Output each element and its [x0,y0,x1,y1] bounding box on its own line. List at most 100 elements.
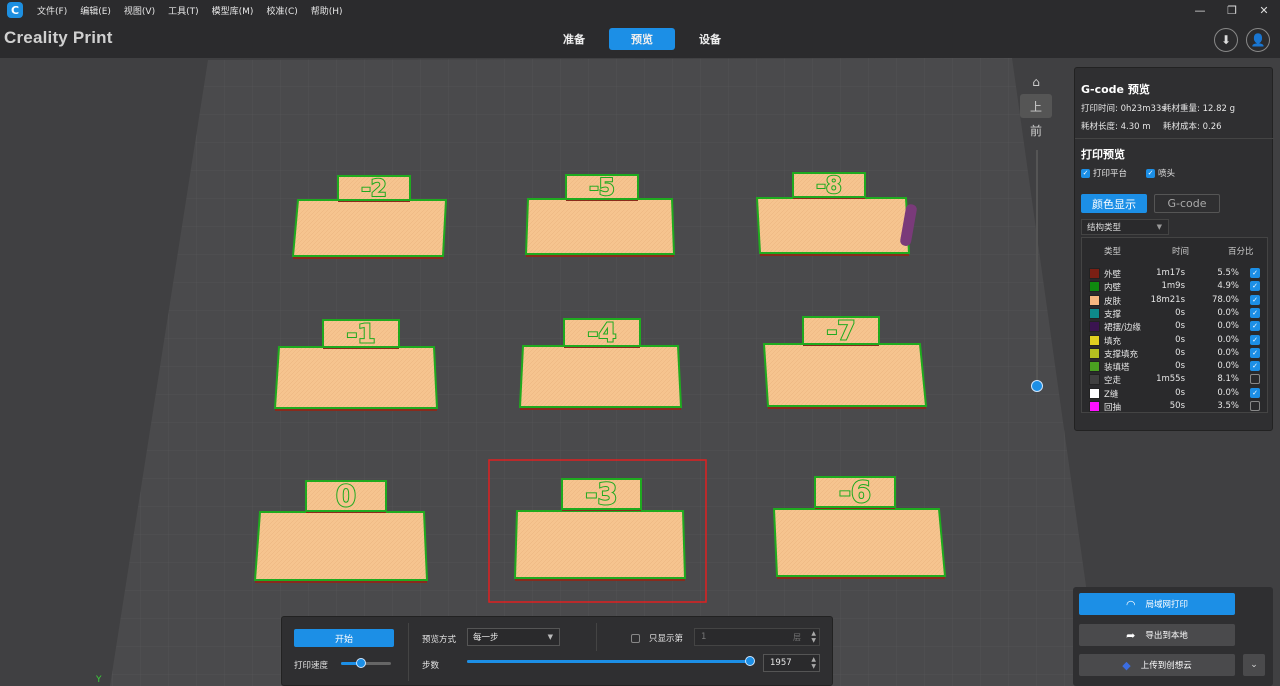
legend-row: 空走 1m55s 8.1% [1082,373,1269,386]
checkbox-checked-icon[interactable]: ✓ [1250,281,1260,292]
legend-time: 0s [1175,307,1185,318]
steps-slider-fill [467,660,750,663]
menu-edit[interactable]: 编辑(E) [80,4,111,17]
legend-header-type: 类型 [1104,247,1122,257]
print-preview-title: 打印预览 [1081,148,1125,161]
checkbox-unchecked-icon[interactable] [1250,401,1260,411]
checkbox-checked-icon[interactable]: ✓ [1250,361,1260,372]
tab-device[interactable]: 设备 [677,28,743,50]
legend-name: 填充 [1104,336,1122,347]
legend-percent: 0.0% [1217,347,1239,358]
main-tabs: 准备 预览 设备 [541,28,745,50]
checkbox-checked-icon[interactable]: ✓ [1081,168,1090,178]
model-label: -5 [589,175,615,201]
layer-unit-label: 层 [793,632,801,642]
preview-mode-select[interactable]: 每一步 ▼ [467,628,560,646]
model-base [253,511,429,581]
checkbox-checked-icon[interactable]: ✓ [1250,334,1260,345]
tab-prepare[interactable]: 准备 [541,28,607,50]
steps-slider-handle[interactable] [745,656,755,666]
legend-name: 内壁 [1104,283,1122,294]
model-base [513,510,687,579]
upload-cloud-button[interactable]: ◆ 上传到创想云 [1079,654,1235,676]
window-controls: — ❐ ✕ [1184,0,1280,20]
color-swatch [1089,387,1100,399]
checkbox-checked-icon[interactable]: ✓ [1250,321,1260,332]
menu-calibration[interactable]: 校准(C) [266,4,297,17]
account-icon[interactable]: 👤 [1246,28,1270,52]
checkbox-checked-icon[interactable]: ✓ [1146,168,1155,178]
menu-file[interactable]: 文件(F) [37,4,67,17]
spinner-arrows-icon[interactable]: ▲ ▼ [811,656,816,670]
color-swatch [1089,401,1100,412]
checkbox-checked-icon[interactable]: ✓ [1250,268,1260,278]
cloud-cube-icon: ◆ [1122,658,1131,672]
color-swatch [1089,294,1100,306]
spinner-arrows-icon[interactable]: ▲ ▼ [811,630,816,644]
layer-view-icon[interactable]: 上 [1020,94,1052,118]
preview-controls: 开始 打印速度 预览方式 每一步 ▼ 只显示第 1 层 ▲ ▼ 步数 1957 ▲ ▼ [281,616,833,686]
show-nozzle-toggle[interactable]: ✓ 喷头 [1146,167,1175,179]
legend-row: 支撑填充 0s 0.0% ✓ [1082,347,1269,360]
legend-row: 内壁 1m9s 4.9% ✓ [1082,280,1269,293]
axis-y-indicator: Y [96,675,102,685]
legend-time: 0s [1175,361,1185,372]
maximize-button[interactable]: ❐ [1216,0,1248,20]
divider [1075,138,1274,139]
speed-slider[interactable] [341,657,391,671]
legend-percent: 0.0% [1217,361,1239,372]
view-toolbar: ⌂ 上 前 [1020,70,1054,142]
more-actions-chevron-icon[interactable]: ⌄ [1243,654,1265,676]
front-view-icon[interactable]: 前 [1020,118,1052,142]
legend-percent: 4.9% [1217,281,1239,292]
checkbox-checked-icon[interactable]: ✓ [1250,294,1260,305]
menu-help[interactable]: 帮助(H) [311,4,343,17]
model-label: -3 [585,477,617,511]
gcode-view-button[interactable]: G-code [1154,194,1220,213]
steps-slider[interactable] [467,655,757,669]
structure-type-select[interactable]: 结构类型 ▼ [1081,219,1169,235]
legend-name: 空走 [1104,376,1122,387]
legend-row: 外壁 1m17s 5.5% ✓ [1082,267,1269,280]
close-button[interactable]: ✕ [1248,0,1280,20]
lan-print-button[interactable]: ◠ 局域网打印 [1079,593,1235,615]
legend-percent: 3.5% [1217,401,1239,411]
color-swatch [1089,268,1100,279]
layer-slider-track[interactable] [1036,150,1038,385]
layer-slider-handle[interactable] [1031,380,1043,392]
show-bed-toggle[interactable]: ✓ 打印平台 [1081,167,1127,179]
menu-model-library[interactable]: 模型库(M) [212,4,254,17]
legend-header-time: 时间 [1172,247,1190,257]
model-label: -2 [361,176,387,202]
menu-view[interactable]: 视图(V) [124,4,155,17]
color-display-button[interactable]: 颜色显示 [1081,194,1147,213]
legend-time: 0s [1175,347,1185,358]
export-local-button[interactable]: ➦ 导出到本地 [1079,624,1235,646]
home-view-icon[interactable]: ⌂ [1020,70,1052,94]
start-animation-button[interactable]: 开始 [294,629,394,647]
wifi-icon: ◠ [1125,597,1136,611]
legend-row: 填充 0s 0.0% ✓ [1082,334,1269,347]
tab-preview[interactable]: 预览 [609,28,675,50]
legend-time: 1m17s [1156,268,1185,278]
legend-time: 1m9s [1161,281,1185,292]
minimize-button[interactable]: — [1184,0,1216,20]
steps-input[interactable]: 1957 ▲ ▼ [763,654,820,672]
model-label: -6 [839,475,871,509]
speed-slider-handle[interactable] [356,658,366,668]
model-base [524,198,676,255]
only-show-layer-toggle[interactable]: 只显示第 [631,632,683,644]
model-base [772,508,947,577]
checkbox-checked-icon[interactable]: ✓ [1250,307,1260,318]
checkbox-checked-icon[interactable]: ✓ [1250,347,1260,358]
layer-number-input[interactable]: 1 层 ▲ ▼ [694,628,820,646]
menu-tools[interactable]: 工具(T) [168,4,199,17]
checkbox-unchecked-icon[interactable] [1250,374,1260,385]
legend-name: 裙摆/边缘 [1104,323,1141,334]
checkbox-unchecked-icon[interactable] [631,633,640,643]
checkbox-checked-icon[interactable]: ✓ [1250,387,1260,398]
legend-percent: 0.0% [1217,307,1239,318]
download-icon[interactable]: ⬇ [1214,28,1238,52]
model-base [273,346,439,409]
legend-row: 支撑 0s 0.0% ✓ [1082,307,1269,320]
